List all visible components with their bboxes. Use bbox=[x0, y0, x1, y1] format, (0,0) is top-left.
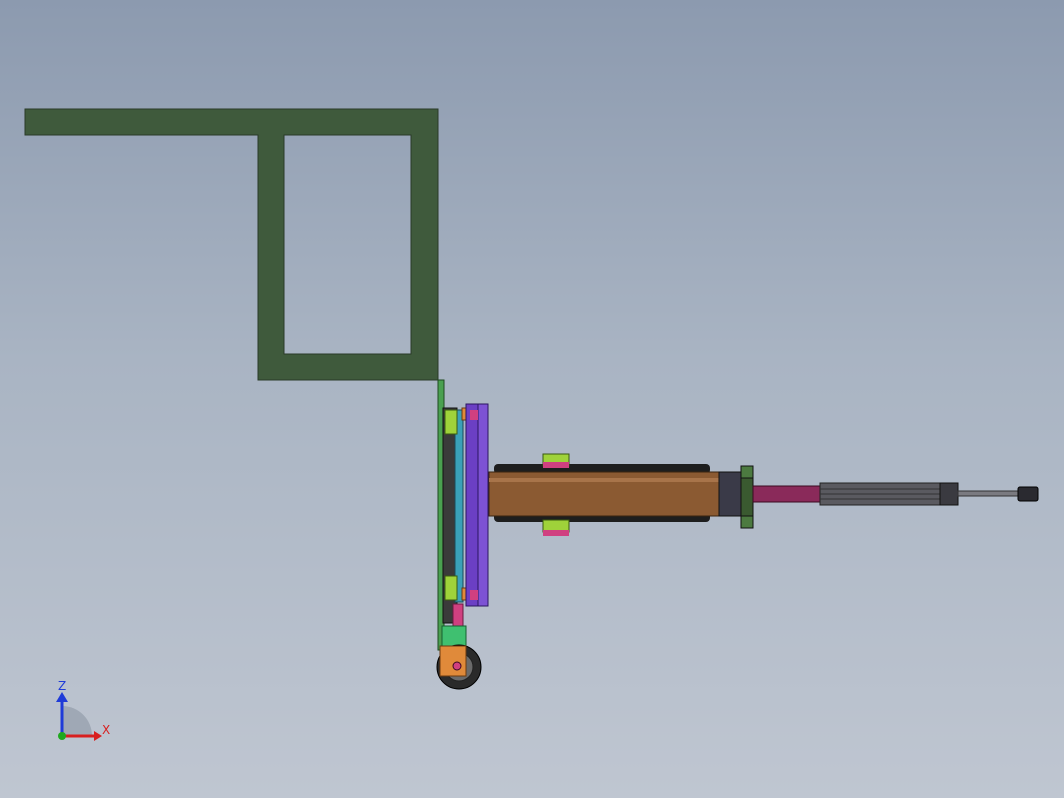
model-canvas[interactable]: Z X bbox=[0, 0, 1064, 798]
coordinate-triad[interactable]: Z X bbox=[56, 679, 110, 741]
wheel-bolt bbox=[452, 661, 462, 671]
blue-rail bbox=[454, 409, 464, 603]
pink-shaft bbox=[452, 603, 464, 629]
z-axis-arrow bbox=[56, 692, 68, 702]
frame-top-beam bbox=[24, 108, 439, 381]
triad-arc bbox=[62, 706, 92, 736]
purple-slide-edge bbox=[477, 403, 489, 607]
magenta-rod bbox=[752, 485, 824, 503]
slide-plate[interactable] bbox=[465, 403, 489, 607]
pink-cap-bottom bbox=[470, 590, 478, 600]
top-bracket bbox=[444, 409, 458, 435]
cylinder-highlight bbox=[489, 478, 719, 482]
x-axis-arrow bbox=[94, 731, 102, 741]
pink-cap-top bbox=[470, 410, 478, 420]
x-axis-label: X bbox=[102, 723, 110, 737]
y-axis-dot bbox=[58, 732, 66, 740]
piston-rod bbox=[957, 490, 1021, 497]
main-cylinder[interactable] bbox=[488, 464, 742, 522]
cad-viewport[interactable]: Z X bbox=[0, 0, 1064, 798]
rod-assembly[interactable] bbox=[740, 465, 1039, 529]
clamp-top-pink bbox=[543, 462, 569, 468]
z-axis-label: Z bbox=[58, 679, 66, 693]
frame-structure[interactable] bbox=[24, 108, 439, 381]
flange-bolt-bottom bbox=[740, 515, 754, 529]
rod-tip bbox=[1017, 486, 1039, 502]
bottom-bracket bbox=[444, 575, 458, 601]
green-block bbox=[441, 625, 467, 647]
cylinder-endcap bbox=[718, 471, 742, 517]
wheel-bracket bbox=[439, 645, 467, 677]
clamp-bottom-pink bbox=[543, 530, 569, 536]
gray-cylinder-cap bbox=[939, 482, 959, 506]
flange-bolt-top bbox=[740, 465, 754, 479]
